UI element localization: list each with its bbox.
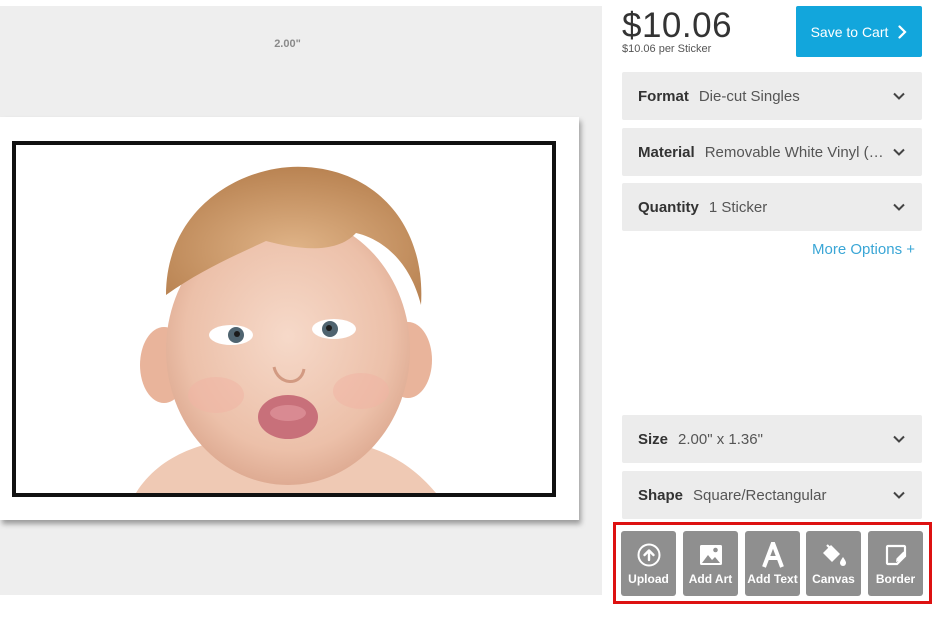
option-format[interactable]: Format Die-cut Singles <box>622 72 922 120</box>
chevron-down-icon <box>893 491 905 499</box>
image-icon <box>699 545 722 565</box>
chevron-down-icon <box>893 435 905 443</box>
border-edit-icon <box>885 544 906 566</box>
option-size-value: 2.00" x 1.36" <box>678 430 763 448</box>
save-to-cart-label: Save to Cart <box>810 23 889 40</box>
save-to-cart-button[interactable]: Save to Cart <box>796 6 922 57</box>
add-art-label: Add Art <box>688 572 733 586</box>
option-format-value: Die-cut Singles <box>698 87 800 105</box>
option-format-key: Format <box>638 87 689 105</box>
option-shape-value: Square/Rectangular <box>693 486 827 504</box>
chevron-down-icon <box>893 92 905 100</box>
uploaded-photo[interactable] <box>12 141 556 497</box>
border-label: Border <box>875 572 916 586</box>
border-button[interactable]: Border <box>868 531 923 596</box>
add-text-button[interactable]: Add Text <box>745 531 800 596</box>
width-dimension-label: 2.00" <box>274 38 301 50</box>
paint-bucket-icon <box>822 544 846 566</box>
chevron-down-icon <box>893 203 905 211</box>
text-icon <box>761 542 784 568</box>
option-quantity-value: 1 Sticker <box>708 198 768 216</box>
upload-button[interactable]: Upload <box>621 531 676 596</box>
upload-icon <box>637 543 660 567</box>
option-material-key: Material <box>638 143 695 161</box>
price-total: $10.06 <box>622 6 733 45</box>
canvas-button[interactable]: Canvas <box>806 531 861 596</box>
chevron-down-icon <box>893 148 905 156</box>
option-material-value: Removable White Vinyl (S... <box>704 143 884 161</box>
option-quantity-key: Quantity <box>638 198 699 216</box>
sticker-preview[interactable] <box>0 117 579 520</box>
price-per-unit: $10.06 per Sticker <box>622 43 712 55</box>
chevron-right-icon <box>898 24 907 39</box>
option-quantity[interactable]: Quantity 1 Sticker <box>622 183 922 231</box>
design-canvas[interactable]: 2.00" <box>0 6 602 595</box>
upload-label: Upload <box>628 572 669 586</box>
option-shape-key: Shape <box>638 486 684 504</box>
add-art-button[interactable]: Add Art <box>683 531 738 596</box>
baby-photo-illustration <box>16 145 552 493</box>
option-size-key: Size <box>638 430 669 448</box>
option-material[interactable]: Material Removable White Vinyl (S... <box>622 128 922 176</box>
option-shape[interactable]: Shape Square/Rectangular <box>622 471 922 519</box>
add-text-label: Add Text <box>747 572 798 586</box>
canvas-label: Canvas <box>812 572 855 586</box>
option-size[interactable]: Size 2.00" x 1.36" <box>622 415 922 463</box>
more-options-link[interactable]: More Options + <box>622 241 915 258</box>
